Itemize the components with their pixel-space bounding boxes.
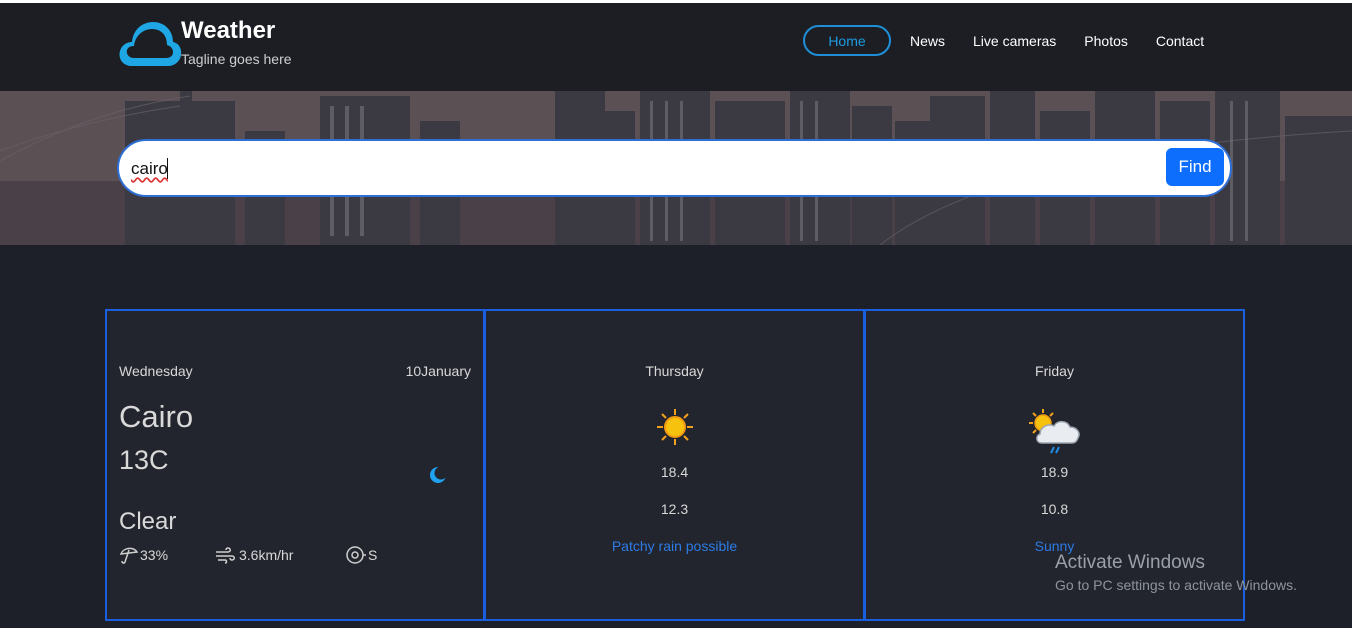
- find-button[interactable]: Find: [1166, 148, 1224, 186]
- wind-speed-value: 3.6km/hr: [239, 547, 294, 563]
- today-card: Wednesday 10January Cairo 13C Clear 33% …: [105, 309, 485, 621]
- today-day: Wednesday: [119, 363, 193, 379]
- nav-news[interactable]: News: [910, 33, 945, 49]
- forecast-card-thursday: Thursday 18.4 12.3 Patchy rain possible: [484, 309, 865, 621]
- site-header: Weather Tagline goes here Home News Live…: [0, 3, 1352, 91]
- search-input[interactable]: cairo: [131, 159, 168, 179]
- city-name: Cairo: [119, 399, 194, 434]
- wind-direction-stat: S: [345, 545, 377, 565]
- wind-direction-value: S: [368, 547, 378, 563]
- forecast-max-temp: 18.9: [1040, 464, 1069, 480]
- current-condition: Clear: [119, 508, 177, 535]
- humidity-stat: 33%: [119, 545, 168, 565]
- text-caret: [167, 158, 168, 179]
- activate-windows-title: Activate Windows: [1055, 552, 1205, 573]
- search-bar: cairo Find: [117, 139, 1232, 197]
- activate-windows-subtitle: Go to PC settings to activate Windows.: [1055, 577, 1297, 593]
- forecast-card-friday: Friday 18.9 10.8 Sunny: [864, 309, 1245, 621]
- umbrella-icon: [119, 547, 139, 564]
- sun-cloud-rain-icon: [866, 407, 1243, 464]
- humidity-value: 33%: [140, 547, 169, 563]
- forecast-day: Friday: [1035, 363, 1074, 379]
- brand-title[interactable]: Weather: [181, 17, 275, 45]
- today-date: 10January: [405, 363, 471, 379]
- forecast-cards: Wednesday 10January Cairo 13C Clear 33% …: [105, 309, 1245, 621]
- forecast-min-temp: 12.3: [660, 501, 689, 517]
- wind-icon: [216, 547, 235, 564]
- forecast-max-temp: 18.4: [660, 464, 689, 480]
- wind-stat: 3.6km/hr: [214, 545, 293, 565]
- forecast-day: Thursday: [645, 363, 704, 379]
- cloud-logo-icon[interactable]: [116, 16, 182, 74]
- sun-icon: [486, 407, 863, 452]
- main-nav: Home News Live cameras Photos Contact: [803, 25, 1232, 56]
- current-temperature: 13C: [119, 445, 169, 475]
- forecast-min-temp: 10.8: [1040, 501, 1069, 517]
- compass-icon: [346, 546, 366, 564]
- nav-live-cameras[interactable]: Live cameras: [973, 33, 1056, 49]
- brand-tagline: Tagline goes here: [181, 51, 292, 67]
- nav-home[interactable]: Home: [803, 25, 891, 56]
- forecast-condition: Patchy rain possible: [611, 538, 738, 554]
- nav-photos[interactable]: Photos: [1084, 33, 1128, 49]
- moon-icon: [430, 466, 447, 483]
- nav-contact[interactable]: Contact: [1156, 33, 1204, 49]
